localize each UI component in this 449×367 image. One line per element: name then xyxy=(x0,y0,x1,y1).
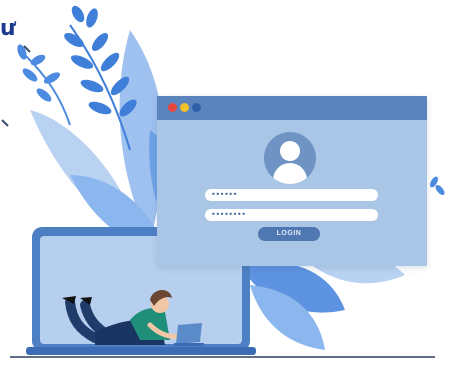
login-button[interactable]: LOGIN xyxy=(258,227,320,241)
user-avatar-icon xyxy=(264,132,316,184)
left-sprig xyxy=(17,44,71,126)
login-window: •••••• •••••••• LOGIN xyxy=(157,96,427,266)
stray-mark xyxy=(1,119,9,127)
password-field[interactable]: •••••••• xyxy=(205,209,378,221)
window-titlebar xyxy=(157,96,427,120)
close-dot-icon[interactable] xyxy=(168,103,177,112)
minimize-dot-icon[interactable] xyxy=(180,103,189,112)
username-field[interactable]: •••••• xyxy=(205,189,378,201)
maximize-dot-icon[interactable] xyxy=(192,103,201,112)
right-sprig xyxy=(430,176,445,195)
